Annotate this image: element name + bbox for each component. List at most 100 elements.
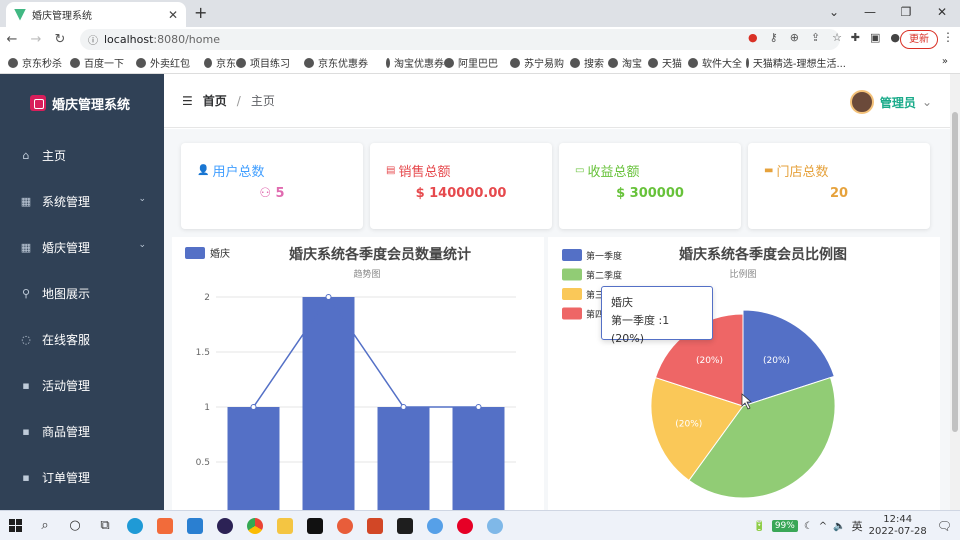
restore-icon[interactable]: ❐ [888,0,924,27]
sidebar-item[interactable]: ▦ 婚庆管理 ⌄ [0,224,164,270]
tray-expand-icon[interactable]: ^ [819,521,827,532]
grid-icon: ▦ [20,194,32,208]
reload-icon[interactable]: ↻ [48,32,72,47]
star-icon[interactable]: ☆ [832,31,842,44]
windows-start-icon[interactable] [0,511,30,541]
minimize-icon[interactable]: — [852,0,888,27]
chevron-down-icon[interactable]: ⌄ [138,194,146,204]
bookmark-label: 搜索 [584,59,604,70]
close-tab-icon[interactable]: ✕ [168,8,178,22]
bookmark-label: 天猫 [662,59,682,70]
music-icon[interactable] [450,511,480,541]
cortana-icon[interactable]: ○ [60,511,90,541]
bookmark-item[interactable]: 天猫 [648,55,688,70]
weather-icon[interactable]: ☾ [804,521,813,532]
sidebar-item[interactable]: ⌂ 主页 [0,132,164,178]
url-input[interactable]: ⓘ localhost:8080/home [80,29,840,50]
bookmark-item[interactable]: 京东 [204,55,236,70]
chevron-down-icon[interactable]: ⌄ [922,95,932,109]
pie-chart-panel: 第一季度第二季度第三季度第四季度婚庆系统各季度会员比例图比例图(20%)(20%… [548,237,940,510]
bookmark-item[interactable]: 软件大全 [688,55,746,70]
search-icon[interactable]: ⌕ [30,511,60,541]
dashboard-content: 👤 用户总数 ⚇ 5 ▤ 销售总额 $ 140000.00 ▭ 收益总额 $ 300000 ▬ 门店… [164,129,950,517]
legend-swatch [562,288,582,300]
battery-icon[interactable]: 🔋 [753,521,765,532]
eclipse-icon[interactable] [210,511,240,541]
browser-icon[interactable] [420,511,450,541]
page-scrollbar[interactable] [950,74,960,510]
sidebar-item[interactable]: ▪ 活动管理 [0,362,164,408]
sales-icon: ▤ [386,165,396,176]
bookmark-label: 京东 [216,59,236,70]
profile-icon[interactable]: ● [890,31,900,44]
ime-label[interactable]: 英 [852,518,863,534]
app-c-icon[interactable] [150,511,180,541]
tab-search-icon[interactable]: ⌄ [816,0,852,27]
zoom-icon[interactable]: ⊕ [790,31,799,44]
bookmark-item[interactable]: 项目练习 [236,55,304,70]
snail-icon[interactable] [330,511,360,541]
browser-tab[interactable]: 婚庆管理系统 ✕ [6,2,186,27]
bookmark-item[interactable]: 阿里巴巴 [444,55,510,70]
close-window-icon[interactable]: ✕ [924,0,960,27]
bookmark-item[interactable]: 天猫精选-理想生活... [746,55,846,70]
browser-tab-strip: 婚庆管理系统 ✕ + ⌄ — ❐ ✕ [0,0,960,27]
scrollbar-thumb[interactable] [952,112,958,432]
sidepanel-icon[interactable]: ▣ [870,31,880,44]
sidebar-item-label: 系统管理 [42,194,91,209]
camera-blocked-icon[interactable]: ● [748,31,758,44]
task-view-icon[interactable]: ⧉ [90,511,120,541]
mail-icon[interactable] [180,511,210,541]
folder-icon[interactable] [270,511,300,541]
chevron-down-icon[interactable]: ⌄ [138,240,146,250]
ppt-icon[interactable] [360,511,390,541]
terminal-icon[interactable] [390,511,420,541]
bookmark-item[interactable]: 京东秒杀 [8,55,70,70]
collapse-menu-icon[interactable]: ☰ [182,94,193,108]
breadcrumb-separator: / [236,93,241,108]
volume-icon[interactable]: 🔈 [833,521,845,532]
bookmarks-overflow-icon[interactable]: » [942,56,948,67]
sidebar-item[interactable]: ◌ 在线客服 [0,316,164,362]
stat-card-label: 用户总数 [212,165,265,180]
sidebar-item-label: 地图展示 [42,286,91,301]
sidebar-item-label: 在线客服 [42,332,91,347]
sidebar-item-label: 婚庆管理 [42,240,91,255]
key-icon[interactable]: ⚷ [770,31,778,44]
clock[interactable]: 12:44 2022-07-28 [869,514,927,538]
bookmark-item[interactable]: 苏宁易购 [510,55,570,70]
bookmark-label: 淘宝优惠券 [394,59,444,70]
slice-label: (20%) [696,356,723,366]
notification-icon[interactable]: 🗨 [937,519,952,533]
bookmark-item[interactable]: 外卖红包 [136,55,204,70]
user-menu[interactable]: 管理员 ⌄ [849,90,932,114]
sidebar-item[interactable]: ▪ 订单管理 [0,454,164,500]
new-tab-icon[interactable]: + [194,3,207,22]
stat-card: ▭ 收益总额 $ 300000 [559,143,741,229]
extensions-icon[interactable]: ✚ [851,31,860,44]
edge-icon[interactable] [120,511,150,541]
network-tool-icon[interactable] [480,511,510,541]
bookmark-item[interactable]: 搜索 [570,55,608,70]
bookmark-item[interactable]: 百度一下 [70,55,136,70]
user-name[interactable]: 管理员 [880,94,916,111]
idea-icon[interactable] [300,511,330,541]
info-icon[interactable]: ⓘ [88,32,98,47]
sidebar-item[interactable]: ▦ 系统管理 ⌄ [0,178,164,224]
sidebar-item[interactable]: ▪ 商品管理 [0,408,164,454]
sidebar-item-label: 活动管理 [42,378,91,393]
stat-card-label: 门店总数 [776,165,829,180]
more-menu-icon[interactable]: ⋮ [942,30,954,44]
back-icon[interactable]: ← [0,32,24,47]
chrome-icon[interactable] [240,511,270,541]
sidebar-item[interactable]: ⚲ 地图展示 [0,270,164,316]
bookmark-item[interactable]: 淘宝优惠券 [386,55,444,70]
bookmark-label: 天猫精选-理想生活... [752,59,846,70]
share-icon[interactable]: ⇪ [811,31,820,44]
update-button[interactable]: 更新 [900,30,938,49]
breadcrumb-home[interactable]: 首页 [203,92,227,109]
forward-icon[interactable]: → [24,32,48,47]
bookmark-item[interactable]: 淘宝 [608,55,648,70]
avatar[interactable] [849,90,874,114]
bookmark-item[interactable]: 京东优惠券 [304,55,386,70]
